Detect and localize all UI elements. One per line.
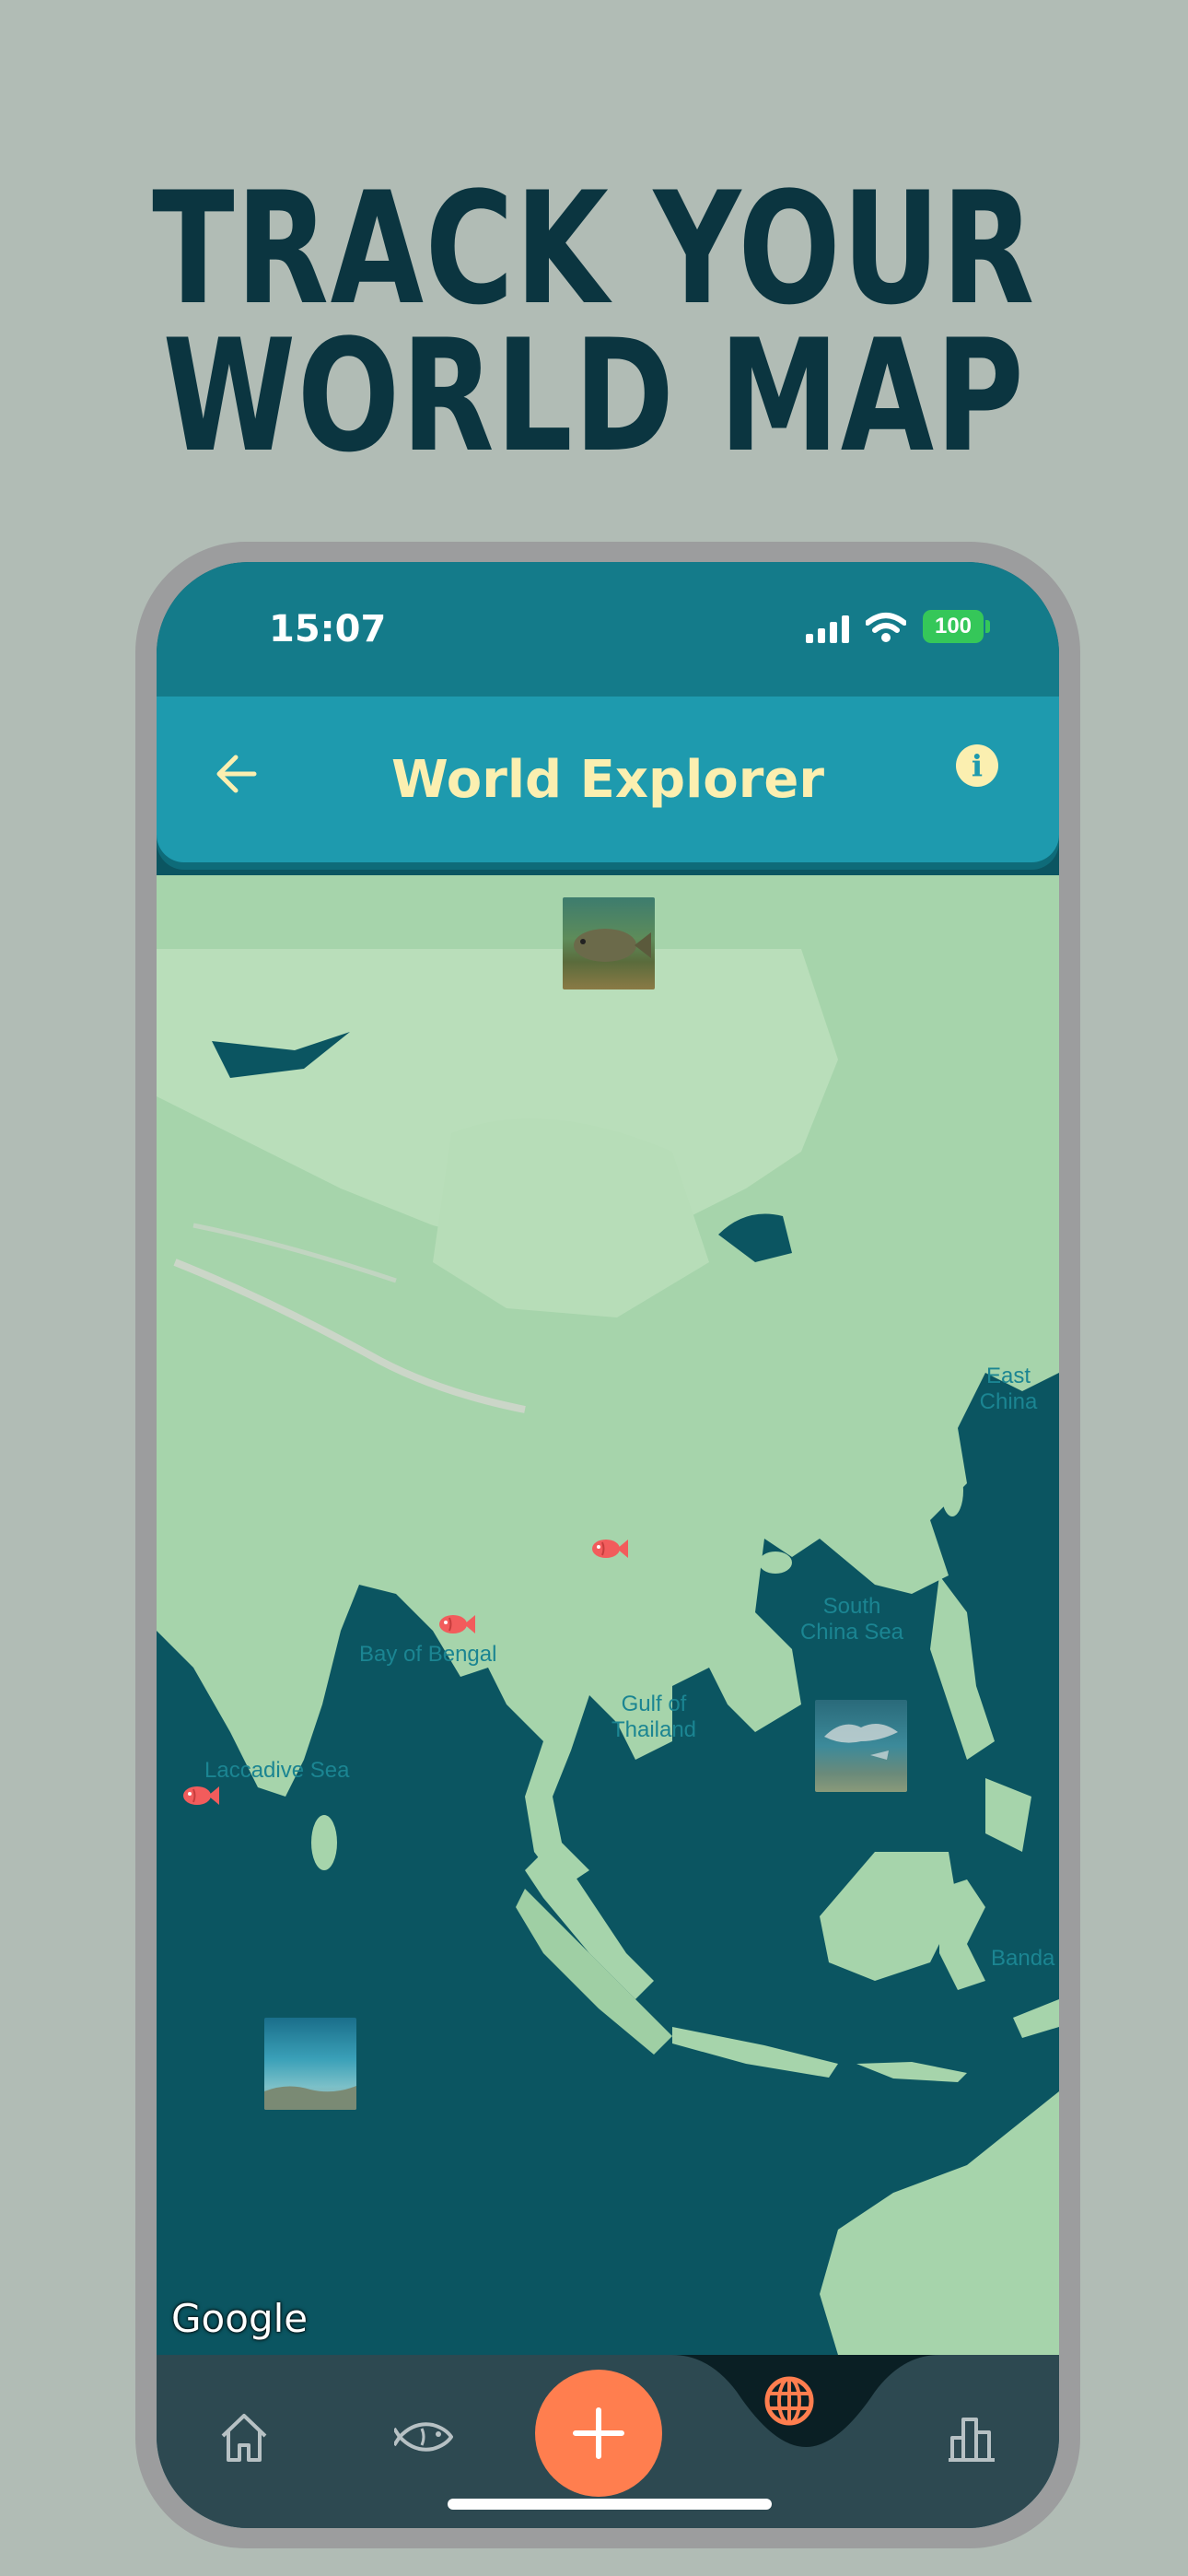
status-time: 15:07	[269, 608, 387, 650]
seafloor-photo-icon	[264, 2086, 356, 2110]
fish-pin-marker[interactable]	[435, 1612, 475, 1636]
label-laccadive-sea: Laccadive Sea	[204, 1758, 350, 1783]
plus-icon	[573, 2407, 624, 2459]
fish-photo-icon	[574, 929, 651, 962]
battery-indicator: 100	[923, 610, 984, 643]
fish-icon[interactable]	[394, 2405, 459, 2469]
label-south-china-sea: South China Sea	[792, 1594, 912, 1645]
label-east-china: East China	[979, 1364, 1038, 1414]
info-icon[interactable]: i	[956, 744, 998, 787]
cellular-signal-icon	[806, 615, 849, 643]
label-bay-of-bengal: Bay of Bengal	[359, 1642, 497, 1667]
phone-screen: 15:07 100 World Explorer i East China So…	[157, 562, 1059, 2528]
google-attribution: Google	[171, 2296, 309, 2341]
stats-icon[interactable]	[939, 2405, 1004, 2469]
world-map[interactable]: East China South China Sea Bay of Bengal…	[157, 875, 1059, 2355]
headline-line-1: TRACK YOUR	[152, 158, 1036, 339]
home-icon[interactable]	[212, 2405, 276, 2469]
label-south-china-line2: China Sea	[799, 1620, 904, 1645]
catch-photo-marker-reef[interactable]	[815, 1700, 907, 1792]
app-header: World Explorer i	[157, 697, 1059, 862]
fish-pin-marker[interactable]	[179, 1784, 219, 1808]
battery-tip	[985, 620, 990, 633]
label-banda: Banda	[991, 1946, 1055, 1971]
globe-icon[interactable]	[762, 2373, 817, 2429]
map-land	[157, 875, 1059, 2355]
label-south-china-line1: South	[822, 1594, 881, 1619]
fish-pin-marker[interactable]	[588, 1537, 628, 1561]
wifi-icon	[866, 613, 906, 642]
label-gulf-of-thailand: Gulf of Thailand	[599, 1692, 709, 1743]
headline-line-2: WORLD MAP	[162, 306, 1026, 486]
page-title: World Explorer	[391, 750, 824, 810]
home-indicator	[448, 2499, 772, 2510]
label-gulf-line2: Thailand	[611, 1717, 697, 1742]
catch-photo-marker-ocean[interactable]	[264, 2018, 356, 2110]
label-gulf-line1: Gulf of	[621, 1692, 687, 1716]
catch-photo-marker-carp[interactable]	[563, 897, 655, 989]
ray-photo-icon	[824, 1724, 898, 1760]
headline: TRACK YOUR WORLD MAP	[131, 158, 1057, 486]
add-catch-button[interactable]	[535, 2370, 662, 2497]
status-bar: 15:07 100	[157, 562, 1059, 697]
